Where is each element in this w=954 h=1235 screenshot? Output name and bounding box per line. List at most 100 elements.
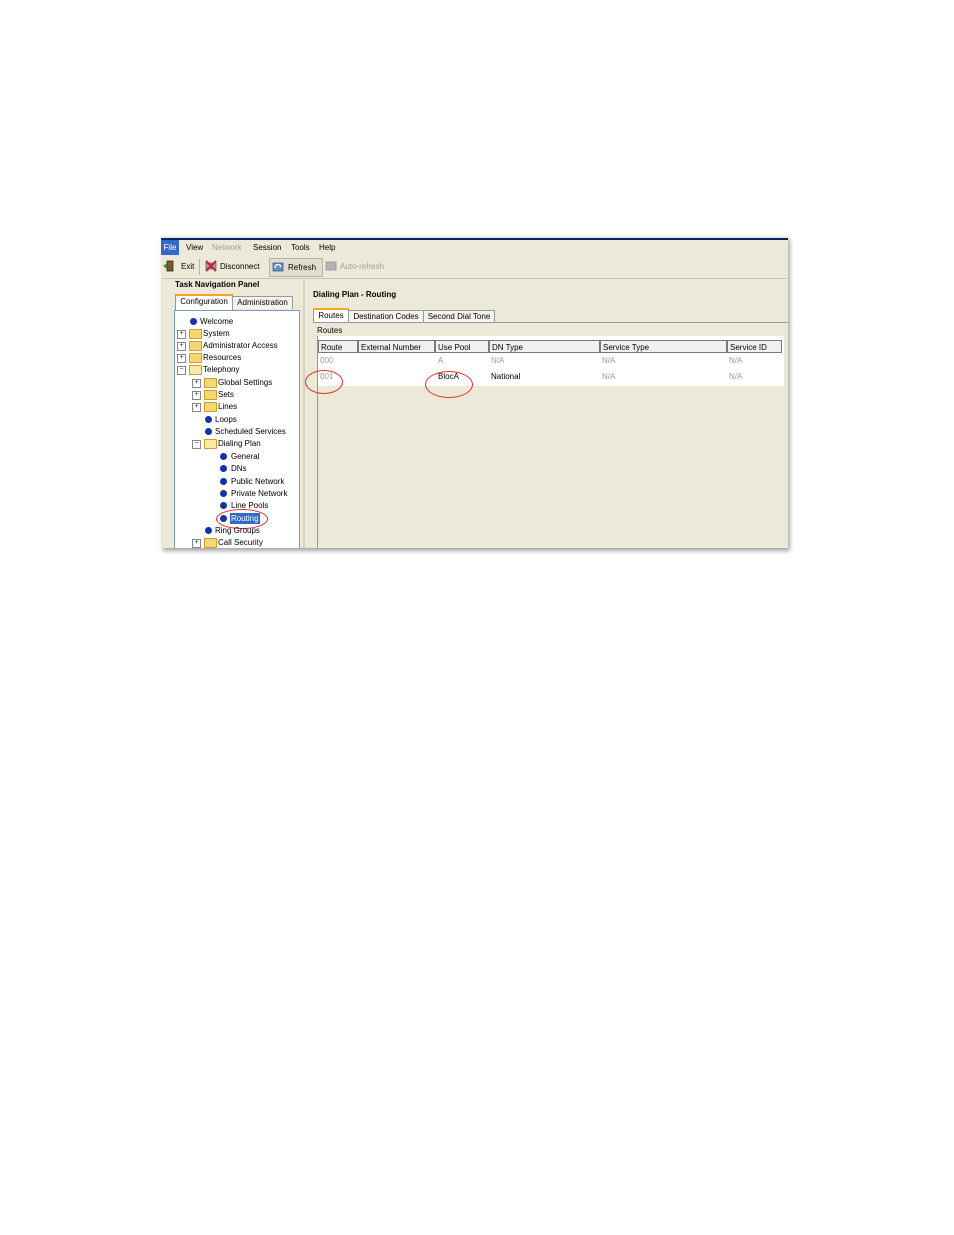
menu-view[interactable]: View (186, 243, 203, 252)
cell-service-id: N/A (729, 372, 743, 381)
disconnect-icon (205, 260, 217, 272)
refresh-button[interactable]: Refresh (269, 258, 323, 277)
cell-dn-type: N/A (491, 356, 505, 365)
menu-network[interactable]: Network (212, 243, 241, 252)
expand-icon[interactable]: + (192, 391, 201, 400)
cell-service-type: N/A (602, 356, 616, 365)
auto-refresh-button[interactable]: Auto-refresh (325, 260, 391, 274)
tree-item-sets[interactable]: + Sets (175, 389, 299, 400)
leaf-bullet-icon (205, 428, 212, 435)
folder-icon (204, 390, 217, 400)
toolbar-separator (199, 259, 200, 275)
column-header-use-pool[interactable]: Use Pool (435, 340, 489, 353)
tree-item-resources[interactable]: + Resources (175, 352, 299, 363)
section-label: Routes (317, 326, 343, 335)
auto-refresh-icon (325, 261, 337, 271)
menu-help[interactable]: Help (319, 243, 335, 252)
menu-file[interactable]: File (161, 240, 179, 255)
disconnect-label: Disconnect (220, 262, 260, 271)
refresh-icon (272, 262, 284, 272)
expand-icon[interactable]: + (177, 342, 186, 351)
page-title: Dialing Plan - Routing (313, 290, 397, 299)
app-window: File View Network Session Tools Help Exi… (161, 236, 788, 548)
tree-item-private-network[interactable]: Private Network (175, 488, 299, 499)
routes-table: Route External Number Use Pool DN Type S… (317, 336, 784, 548)
tree-item-telephony[interactable]: − Telephony (175, 364, 299, 375)
expand-icon[interactable]: + (192, 403, 201, 412)
highlight-ring (425, 371, 473, 398)
tree-item-label: Loops (215, 415, 237, 424)
tree-item-label: Administrator Access (203, 341, 278, 350)
tree-item-general[interactable]: General (175, 451, 299, 462)
tree-item-label: Public Network (231, 477, 285, 486)
tree-item-dns[interactable]: DNs (175, 463, 299, 474)
expand-icon[interactable]: + (192, 539, 201, 548)
folder-icon (204, 402, 217, 412)
menu-bar: File View Network Session Tools Help (161, 238, 788, 255)
tab-routes[interactable]: Routes (313, 308, 349, 323)
tree-item-label: Global Settings (218, 378, 273, 387)
task-navigation-panel: Task Navigation Panel Configuration Admi… (169, 280, 301, 548)
exit-button[interactable]: Exit (163, 260, 197, 274)
column-header-external-number[interactable]: External Number (358, 340, 435, 353)
tree-item-label: Scheduled Services (215, 427, 286, 436)
disconnect-button[interactable]: Disconnect (205, 260, 267, 274)
toolbar: Exit Disconnect Refresh Auto-refresh (161, 256, 788, 279)
tree-item-administrator-access[interactable]: + Administrator Access (175, 340, 299, 351)
leaf-bullet-icon (220, 453, 227, 460)
expand-icon[interactable]: + (192, 379, 201, 388)
open-folder-icon (189, 365, 202, 375)
menu-tools[interactable]: Tools (291, 243, 310, 252)
panel-title: Task Navigation Panel (175, 280, 260, 289)
tree-item-label: Welcome (200, 317, 234, 326)
tree-item-scheduled-services[interactable]: Scheduled Services (175, 426, 299, 437)
table-empty-area (318, 386, 784, 548)
folder-icon (204, 378, 217, 388)
tree-item-label: DNs (231, 464, 247, 473)
tree-item-dialing-plan[interactable]: − Dialing Plan (175, 438, 299, 449)
tree-item-system[interactable]: + System (175, 328, 299, 339)
highlight-ring (305, 370, 343, 394)
tree-item-lines[interactable]: + Lines (175, 401, 299, 412)
auto-refresh-label: Auto-refresh (340, 262, 385, 271)
column-header-route[interactable]: Route (318, 340, 358, 353)
cell-dn-type: National (491, 372, 521, 381)
collapse-icon[interactable]: − (192, 440, 201, 449)
refresh-label: Refresh (288, 263, 317, 272)
column-header-dn-type[interactable]: DN Type (489, 340, 600, 353)
cell-service-type: N/A (602, 372, 616, 381)
cell-service-id: N/A (729, 356, 743, 365)
tree-item-label: Telephony (203, 365, 240, 374)
tree-item-label: Dialing Plan (218, 439, 261, 448)
collapse-icon[interactable]: − (177, 366, 186, 375)
tree-item-ring-groups[interactable]: Ring Groups (175, 525, 299, 536)
leaf-bullet-icon (220, 502, 227, 509)
column-header-service-id[interactable]: Service ID (727, 340, 782, 353)
leaf-bullet-icon (205, 416, 212, 423)
tree-item-label: Lines (218, 402, 238, 411)
tab-administration[interactable]: Administration (232, 296, 293, 309)
navigation-tree: Welcome + System + Administrator Access … (174, 310, 300, 548)
tree-item-public-network[interactable]: Public Network (175, 476, 299, 487)
cell-use-pool: A (438, 356, 444, 365)
tree-item-label: Ring Groups (215, 526, 260, 535)
tree-item-label: System (203, 329, 230, 338)
exit-icon (163, 260, 174, 272)
exit-label: Exit (181, 262, 195, 271)
folder-icon (189, 353, 202, 363)
expand-icon[interactable]: + (177, 330, 186, 339)
tree-item-label: Call Security (218, 538, 263, 547)
tree-item-global-settings[interactable]: + Global Settings (175, 377, 299, 388)
column-header-service-type[interactable]: Service Type (600, 340, 727, 353)
expand-icon[interactable]: + (177, 354, 186, 363)
menu-session[interactable]: Session (253, 243, 281, 252)
tree-item-call-security[interactable]: + Call Security (175, 537, 299, 548)
tab-configuration[interactable]: Configuration (175, 294, 233, 310)
tree-item-label: Private Network (231, 489, 288, 498)
tree-item-loops[interactable]: Loops (175, 414, 299, 425)
main-panel: Dialing Plan - Routing Routes Destinatio… (305, 280, 788, 548)
panel-splitter[interactable] (303, 280, 305, 548)
leaf-bullet-icon (190, 318, 197, 325)
tree-item-label: General (231, 452, 260, 461)
tree-item-welcome[interactable]: Welcome (175, 316, 299, 327)
